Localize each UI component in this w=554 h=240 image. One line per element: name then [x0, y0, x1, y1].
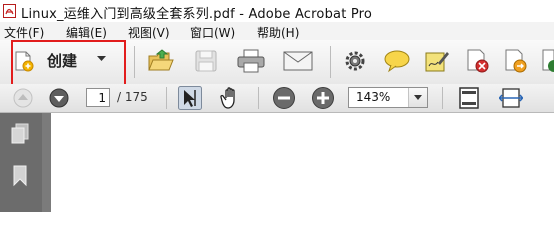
- document-page[interactable]: [51, 113, 554, 212]
- sign-icon[interactable]: [424, 49, 450, 73]
- hand-tool-icon[interactable]: [219, 86, 243, 110]
- save-icon[interactable]: [194, 49, 218, 73]
- previous-page-icon[interactable]: [12, 88, 34, 108]
- redact-icon[interactable]: [465, 48, 491, 74]
- zoom-out-icon[interactable]: [272, 86, 296, 110]
- menu-view[interactable]: 视图(V): [128, 24, 170, 41]
- menu-file[interactable]: 文件(F): [4, 24, 44, 41]
- share-icon[interactable]: [540, 48, 554, 74]
- select-tool-icon[interactable]: [178, 86, 202, 110]
- page-thumbnails-icon[interactable]: [10, 123, 30, 145]
- bookmarks-icon[interactable]: [12, 165, 28, 187]
- export-icon[interactable]: [503, 48, 529, 74]
- toolbar-divider: [330, 46, 331, 78]
- zoom-value: 143%: [356, 90, 391, 104]
- page-total: / 175: [117, 90, 148, 104]
- toolbar-divider: [258, 87, 259, 109]
- chevron-down-icon: [414, 95, 422, 100]
- menu-edit[interactable]: 编辑(E): [66, 24, 107, 41]
- window-title: Linux_运维入门到高级全套系列.pdf - Adobe Acrobat Pr…: [21, 7, 373, 22]
- open-folder-icon[interactable]: [147, 48, 175, 74]
- acrobat-pdf-icon: [3, 4, 16, 18]
- highlight-box: [11, 40, 126, 89]
- menu-help[interactable]: 帮助(H): [257, 24, 299, 41]
- fit-page-icon[interactable]: [457, 86, 481, 110]
- email-icon[interactable]: [283, 51, 313, 71]
- print-icon[interactable]: [236, 49, 266, 73]
- page-number-input[interactable]: [86, 88, 110, 107]
- comment-icon[interactable]: [383, 49, 411, 73]
- title-bar: Linux_运维入门到高级全套系列.pdf - Adobe Acrobat Pr…: [0, 0, 554, 22]
- toolbar-divider: [134, 46, 135, 78]
- toolbar-divider: [442, 87, 443, 109]
- fit-width-icon[interactable]: [499, 86, 523, 110]
- next-page-icon[interactable]: [48, 88, 70, 108]
- gear-icon[interactable]: [343, 49, 367, 73]
- left-navigation-panel: [0, 113, 42, 212]
- menu-window[interactable]: 窗口(W): [190, 24, 235, 41]
- zoom-select[interactable]: 143%: [348, 87, 428, 108]
- zoom-dropdown-button[interactable]: [408, 88, 427, 107]
- toolbar-divider: [166, 87, 167, 109]
- menu-bar: 文件(F) 编辑(E) 视图(V) 窗口(W) 帮助(H): [0, 22, 554, 40]
- zoom-in-icon[interactable]: [311, 86, 335, 110]
